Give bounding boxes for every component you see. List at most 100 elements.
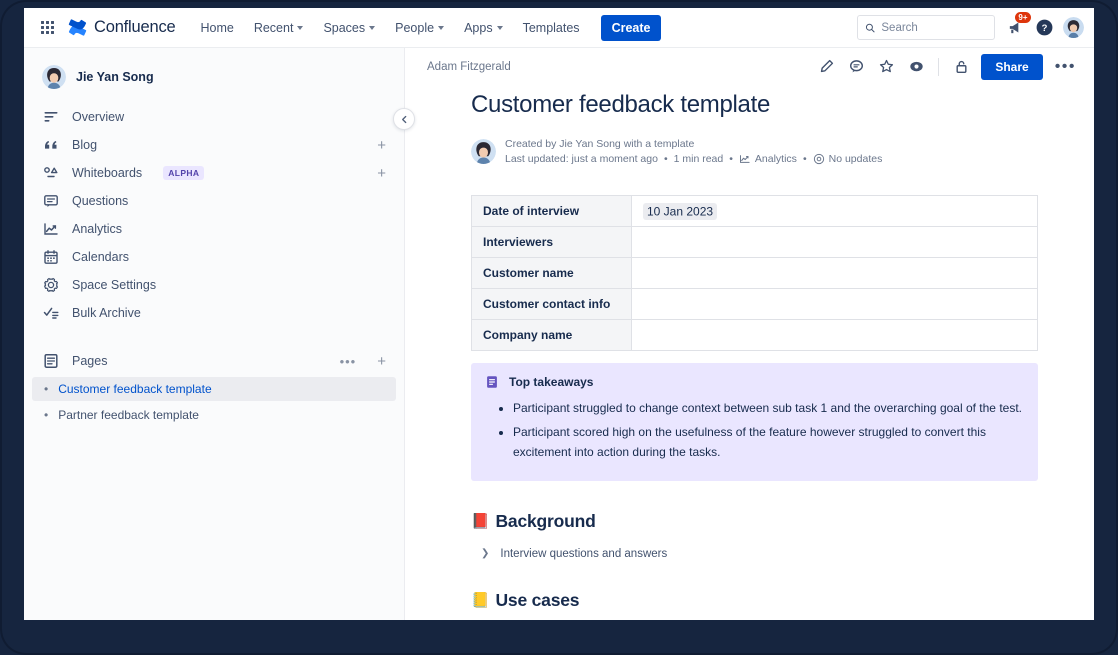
- space-header[interactable]: Jie Yan Song: [24, 58, 404, 103]
- page-item-customer-feedback-template[interactable]: • Customer feedback template: [32, 377, 396, 401]
- sidebar-item-questions[interactable]: Questions: [32, 187, 396, 215]
- search-input[interactable]: [881, 22, 987, 34]
- eye-icon[interactable]: [906, 57, 926, 77]
- sidebar-item-bulk-archive[interactable]: Bulk Archive: [32, 299, 396, 327]
- nav-item-spaces[interactable]: Spaces: [314, 15, 384, 41]
- sidebar-item-label: Whiteboards: [72, 166, 142, 180]
- nav-label: Templates: [523, 21, 580, 35]
- table-value-cell[interactable]: [632, 227, 1038, 258]
- space-sidebar: Jie Yan Song Overview Blog +: [24, 48, 405, 620]
- sidebar-collapse-button[interactable]: [393, 108, 415, 130]
- table-row: Date of interview 10 Jan 2023: [472, 196, 1038, 227]
- table-value-cell[interactable]: 10 Jan 2023: [632, 196, 1038, 227]
- table-row: Customer name: [472, 258, 1038, 289]
- table-value-cell[interactable]: [632, 258, 1038, 289]
- profile-avatar[interactable]: [1063, 17, 1084, 38]
- interview-details-table: Date of interview 10 Jan 2023 Interviewe…: [471, 195, 1038, 351]
- chevron-down-icon: [438, 26, 444, 30]
- comment-icon[interactable]: [846, 57, 866, 77]
- table-key-cell: Company name: [472, 320, 632, 351]
- section-heading-use-cases: 📒 Use cases: [471, 590, 1038, 611]
- table-key-cell: Customer contact info: [472, 289, 632, 320]
- breadcrumb[interactable]: Adam Fitzgerald: [427, 61, 511, 73]
- sidebar-item-overview[interactable]: Overview: [32, 103, 396, 131]
- expand-label: Interview questions and answers: [500, 548, 667, 560]
- notifications-button[interactable]: 9+: [1004, 17, 1026, 39]
- analytics-label: Analytics: [755, 153, 797, 165]
- table-value-cell[interactable]: [632, 289, 1038, 320]
- nav-item-apps[interactable]: Apps: [455, 15, 512, 41]
- confluence-logo[interactable]: Confluence: [68, 18, 175, 37]
- search-box[interactable]: [857, 15, 995, 40]
- updates-label: No updates: [829, 153, 883, 165]
- read-time-text: 1 min read: [674, 153, 724, 165]
- page-title: Customer feedback template: [471, 91, 1038, 119]
- notification-badge: 9+: [1015, 12, 1031, 24]
- share-button[interactable]: Share: [981, 54, 1042, 80]
- date-chip: 10 Jan 2023: [643, 203, 717, 220]
- ledger-emoji-icon: 📒: [471, 593, 489, 608]
- app-switcher-grid-icon[interactable]: [32, 13, 62, 43]
- page-content: Adam Fitzgerald: [405, 48, 1094, 620]
- nav-item-home[interactable]: Home: [191, 15, 242, 41]
- sidebar-item-whiteboards[interactable]: Whiteboards ALPHA +: [32, 159, 396, 187]
- expand-interview-questions[interactable]: ❯ Interview questions and answers: [481, 548, 1038, 560]
- metadata-lines: Created by Jie Yan Song with a template …: [505, 138, 882, 165]
- closed-book-emoji-icon: 📕: [471, 514, 489, 529]
- last-updated-text: Last updated: just a moment ago: [505, 153, 658, 165]
- nav-right-group: 9+ ?: [857, 15, 1084, 40]
- updates-indicator[interactable]: No updates: [813, 153, 883, 165]
- table-key-cell: Customer name: [472, 258, 632, 289]
- sidebar-item-label: Bulk Archive: [72, 306, 141, 320]
- add-page-icon[interactable]: +: [377, 354, 386, 369]
- nav-item-people[interactable]: People: [386, 15, 453, 41]
- note-panel-icon: [485, 375, 499, 389]
- pages-label: Pages: [72, 354, 107, 368]
- more-actions-icon[interactable]: •••: [1053, 59, 1078, 75]
- analytics-link[interactable]: Analytics: [739, 153, 797, 165]
- pages-icon: [42, 353, 59, 370]
- meta-separator: •: [729, 153, 733, 165]
- whiteboard-icon: [42, 165, 59, 182]
- bulk-archive-icon: [42, 305, 59, 322]
- sidebar-item-space-settings[interactable]: Space Settings: [32, 271, 396, 299]
- chevron-down-icon: [369, 26, 375, 30]
- nav-label: Recent: [254, 21, 294, 35]
- confluence-mark-icon: [68, 18, 87, 37]
- table-key-cell: Interviewers: [472, 227, 632, 258]
- lock-icon[interactable]: [951, 57, 971, 77]
- chevron-down-icon: [497, 26, 503, 30]
- create-button[interactable]: Create: [601, 15, 662, 41]
- table-value-cell[interactable]: [632, 320, 1038, 351]
- metadata-row: Last updated: just a moment ago • 1 min …: [505, 153, 882, 165]
- page-item-partner-feedback-template[interactable]: • Partner feedback template: [32, 403, 396, 427]
- page-label: Customer feedback template: [58, 382, 211, 396]
- sidebar-item-label: Space Settings: [72, 278, 156, 292]
- nav-item-templates[interactable]: Templates: [514, 15, 589, 41]
- sidebar-pages-header[interactable]: Pages ••• +: [32, 347, 396, 375]
- action-divider: [938, 58, 939, 76]
- add-whiteboard-icon[interactable]: +: [377, 166, 386, 181]
- star-icon[interactable]: [876, 57, 896, 77]
- sidebar-item-calendars[interactable]: Calendars: [32, 243, 396, 271]
- sidebar-item-analytics[interactable]: Analytics: [32, 215, 396, 243]
- help-icon[interactable]: ?: [1035, 18, 1054, 37]
- confluence-app: Confluence Home Recent Spaces People App…: [24, 8, 1094, 620]
- nav-label: Home: [200, 21, 233, 35]
- content-actions: Share •••: [816, 54, 1078, 80]
- author-avatar[interactable]: [471, 139, 496, 164]
- sidebar-item-label: Calendars: [72, 250, 129, 264]
- nav-label: People: [395, 21, 434, 35]
- add-blog-icon[interactable]: +: [377, 138, 386, 153]
- pencil-icon[interactable]: [816, 57, 836, 77]
- sidebar-item-label: Blog: [72, 138, 97, 152]
- pages-more-icon[interactable]: •••: [340, 355, 357, 368]
- calendar-icon: [42, 249, 59, 266]
- svg-text:?: ?: [1042, 23, 1048, 34]
- table-row: Customer contact info: [472, 289, 1038, 320]
- top-takeaways-panel: Top takeaways Participant struggled to c…: [471, 363, 1038, 481]
- nav-item-recent[interactable]: Recent: [245, 15, 313, 41]
- sidebar-item-blog[interactable]: Blog +: [32, 131, 396, 159]
- analytics-icon: [42, 221, 59, 238]
- list-item: Participant scored high on the usefulnes…: [513, 422, 1024, 463]
